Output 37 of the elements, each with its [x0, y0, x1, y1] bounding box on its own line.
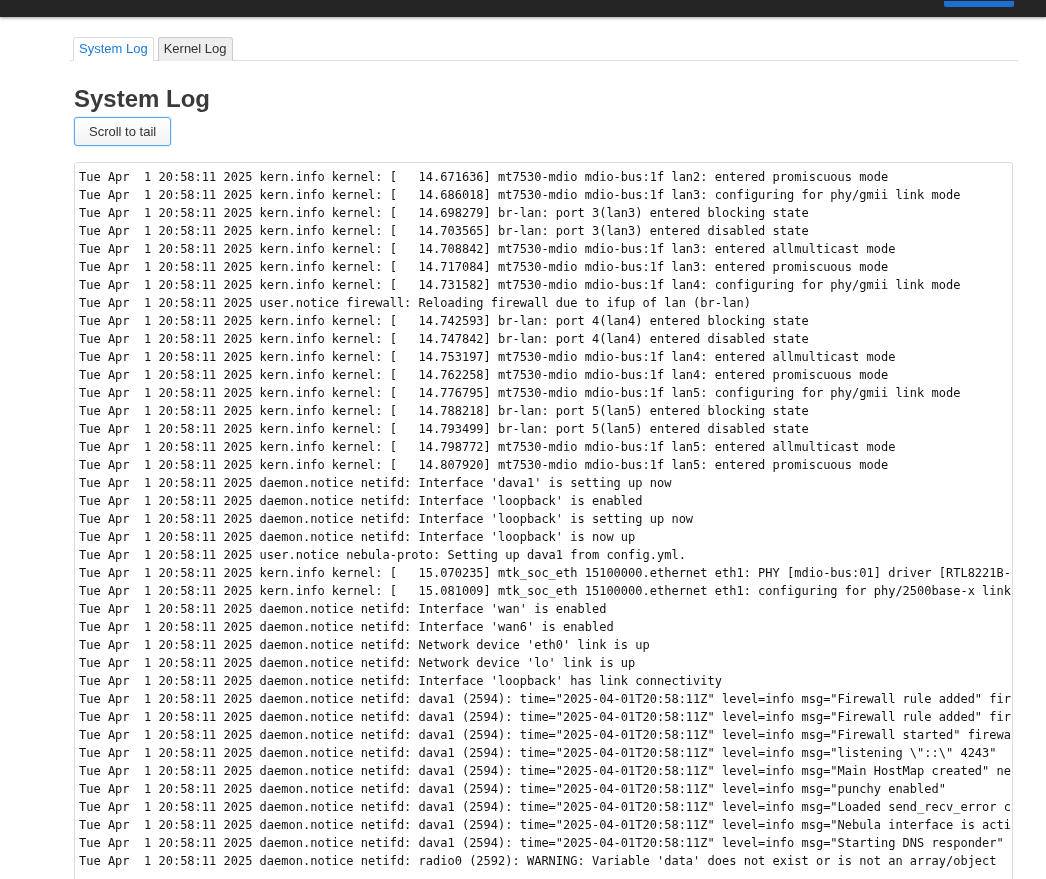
log-tab[interactable]: Kernel Log: [157, 37, 233, 61]
log-line: Tue Apr 1 20:58:11 2025 user.notice nebula-proto: Setting up dava1 from config.yml.: [79, 547, 687, 564]
log-line: Tue Apr 1 20:58:11 2025 user.notice firewall: Reloading firewall due to ifup of lan (br-lan): [79, 295, 752, 312]
log-line: Tue Apr 1 20:58:11 2025 daemon.notice netifd: Interface 'wan' is enabled: [79, 601, 608, 618]
scroll-to-tail-button[interactable]: Scroll to tail: [74, 117, 172, 146]
log-line: Tue Apr 1 20:58:11 2025 kern.info kernel: [ 14.671636] mt7530-mdio mdio-bus:1f lan2: entered promiscuous mode: [79, 169, 890, 186]
log-line: Tue Apr 1 20:58:11 2025 daemon.notice netifd: Interface 'wan6' is enabled: [79, 619, 615, 636]
log-line: Tue Apr 1 20:58:11 2025 kern.info kernel: [ 14.686018] mt7530-mdio mdio-bus:1f lan3: configuring for phy/gmii link mode: [79, 187, 962, 204]
log-line: Tue Apr 1 20:58:11 2025 kern.info kernel: [ 14.788218] br-lan: port 5(lan5) entered blocking state: [79, 403, 810, 420]
log-line: Tue Apr 1 20:58:11 2025 kern.info kernel: [ 14.793499] br-lan: port 5(lan5) entered disabled state: [79, 421, 810, 438]
log-line: Tue Apr 1 20:58:11 2025 daemon.notice netifd: Interface 'loopback' is enabled: [79, 493, 644, 510]
log-line: Tue Apr 1 20:58:11 2025 kern.info kernel: [ 14.742593] br-lan: port 4(lan4) entered blocking state: [79, 313, 810, 330]
log-line: Tue Apr 1 20:58:11 2025 daemon.notice netifd: Network device 'lo' link is up: [79, 655, 637, 672]
status-badge: [944, 1, 1014, 7]
log-line: Tue Apr 1 20:58:11 2025 daemon.notice netifd: radio0 (2592): WARNING: Variable 'data' does not exist or is not an array/object: [79, 853, 998, 870]
log-line: Tue Apr 1 20:58:11 2025 daemon.notice netifd: Interface 'dava1' is setting up now: [79, 475, 673, 492]
log-line: Tue Apr 1 20:58:11 2025 kern.info kernel: [ 14.776795] mt7530-mdio mdio-bus:1f lan5: configuring for phy/gmii link mode: [79, 385, 962, 402]
log-line: Tue Apr 1 20:58:11 2025 daemon.notice netifd: Network device 'eth0' link is up: [79, 637, 651, 654]
page-heading: System Log: [74, 85, 212, 113]
log-line: Tue Apr 1 20:58:11 2025 kern.info kernel: [ 14.798772] mt7530-mdio mdio-bus:1f lan5: entered allmulticast mode: [79, 439, 897, 456]
log-line: Tue Apr 1 20:58:11 2025 kern.info kernel: [ 14.762258] mt7530-mdio mdio-bus:1f lan4: entered promiscuous mode: [79, 367, 890, 384]
log-line: Tue Apr 1 20:58:11 2025 daemon.notice netifd: dava1 (2594): time="2025-04-01T20:58:11Z" level=info msg="listening \"::\" 4243": [79, 745, 998, 762]
log-line: Tue Apr 1 20:58:11 2025 kern.info kernel: [ 15.070235] mtk_soc_eth 15100000.ethernet eth1: PHY [mdio-bus:01] driver [RTL8221B-: [79, 565, 1007, 582]
log-line: Tue Apr 1 20:58:11 2025 kern.info kernel: [ 14.698279] br-lan: port 3(lan3) entered blocking state: [79, 205, 810, 222]
log-line: Tue Apr 1 20:58:11 2025 daemon.notice netifd: dava1 (2594): time="2025-04-01T20:58:11Z" level=info msg="punchy enabled": [79, 781, 947, 798]
log-line: Tue Apr 1 20:58:11 2025 kern.info kernel: [ 14.731582] mt7530-mdio mdio-bus:1f lan4: configuring for phy/gmii link mode: [79, 277, 962, 294]
log-tab[interactable]: System Log: [73, 37, 154, 61]
log-line: Tue Apr 1 20:58:11 2025 daemon.notice netifd: dava1 (2594): time="2025-04-01T20:58:11Z" level=info msg="Starting DNS responder": [79, 835, 1005, 852]
log-line: Tue Apr 1 20:58:11 2025 kern.info kernel: [ 14.717084] mt7530-mdio mdio-bus:1f lan3: entered promiscuous mode: [79, 259, 890, 276]
log-line: Tue Apr 1 20:58:11 2025 kern.info kernel: [ 14.753197] mt7530-mdio mdio-bus:1f lan4: entered allmulticast mode: [79, 349, 897, 366]
log-line: Tue Apr 1 20:58:11 2025 kern.info kernel: [ 14.747842] br-lan: port 4(lan4) entered disabled state: [79, 331, 810, 348]
log-line: Tue Apr 1 20:58:11 2025 daemon.notice netifd: Interface 'loopback' has link connectivity: [79, 673, 723, 690]
log-line: Tue Apr 1 20:58:11 2025 kern.info kernel: [ 14.807920] mt7530-mdio mdio-bus:1f lan5: entered promiscuous mode: [79, 457, 890, 474]
log-line: Tue Apr 1 20:58:11 2025 daemon.notice netifd: Interface 'loopback' is setting up now: [79, 511, 695, 528]
log-line: Tue Apr 1 20:58:11 2025 daemon.notice netifd: Interface 'loopback' is now up: [79, 529, 637, 546]
log-line: Tue Apr 1 20:58:11 2025 kern.info kernel: [ 14.708842] mt7530-mdio mdio-bus:1f lan3: entered allmulticast mode: [79, 241, 897, 258]
log-line: Tue Apr 1 20:58:11 2025 kern.info kernel: [ 14.703565] br-lan: port 3(lan3) entered disabled state: [79, 223, 810, 240]
